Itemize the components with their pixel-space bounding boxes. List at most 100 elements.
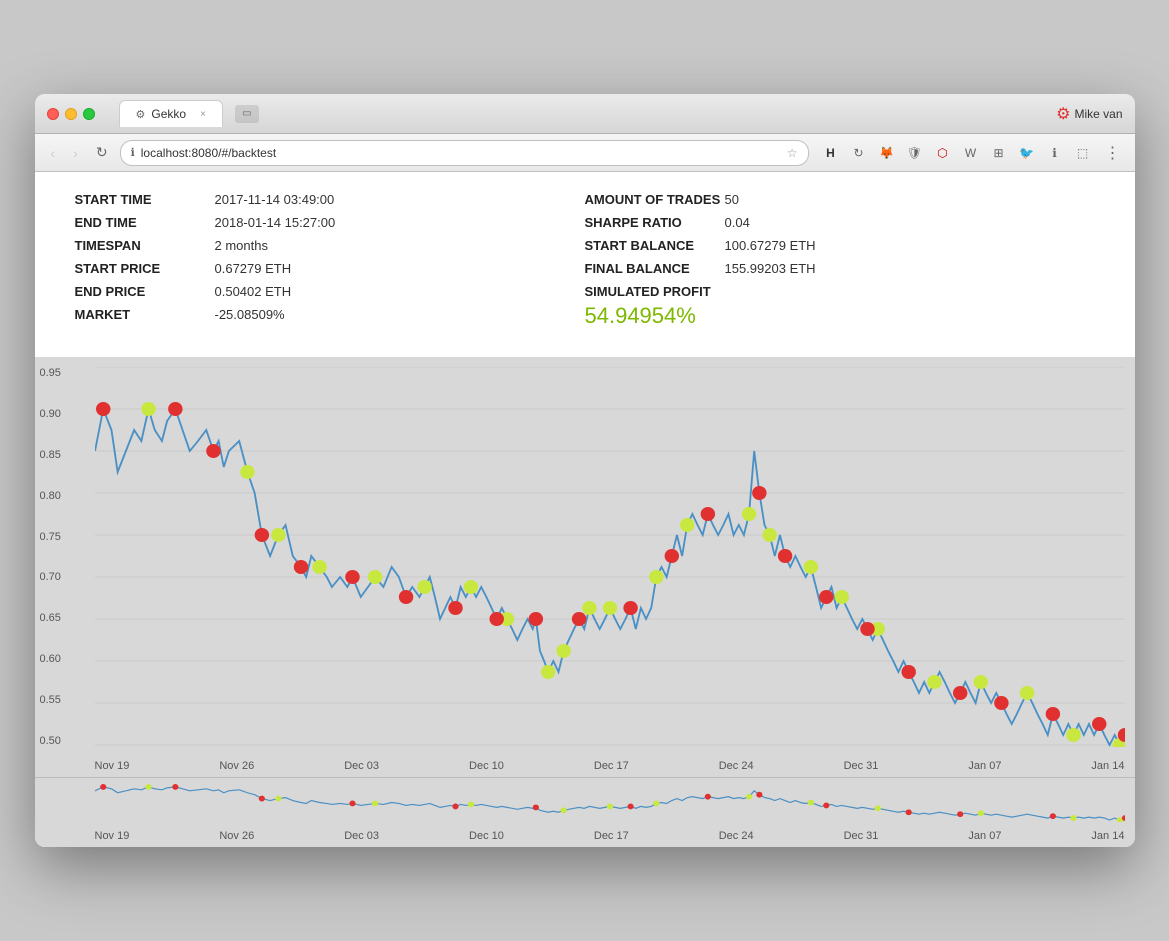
- mini-x-label-6: Dec 31: [844, 830, 879, 842]
- main-chart-svg: [95, 367, 1125, 747]
- browser-menu-button[interactable]: ⋮: [1101, 143, 1125, 163]
- end-time-row: END TIME 2018-01-14 15:27:00: [75, 215, 585, 230]
- mini-x-label-0: Nov 19: [95, 830, 130, 842]
- title-bar: ⚙ Gekko × ▭ ⚙ Mike van: [35, 94, 1135, 134]
- start-balance-label: START BALANCE: [585, 238, 725, 253]
- gekko-icon: ⚙: [1056, 104, 1070, 124]
- sharpe-row: SHARPE RATIO 0.04: [585, 215, 1095, 230]
- ext-red-button[interactable]: ⬡: [931, 141, 955, 165]
- mini-x-label-3: Dec 10: [469, 830, 504, 842]
- mini-x-label-1: Nov 26: [219, 830, 254, 842]
- x-label-2: Dec 03: [344, 760, 379, 772]
- simulated-profit-label: SIMULATED PROFIT: [585, 284, 725, 299]
- ext-refresh-button[interactable]: ↻: [847, 141, 871, 165]
- sharpe-label: SHARPE RATIO: [585, 215, 725, 230]
- market-label: MARKET: [75, 307, 215, 322]
- new-tab-button[interactable]: ▭: [235, 105, 259, 123]
- end-price-label: END PRICE: [75, 284, 215, 299]
- stats-panel: START TIME 2017-11-14 03:49:00 END TIME …: [35, 172, 1135, 357]
- ext-pocket-button[interactable]: 🦊: [875, 141, 899, 165]
- forward-button[interactable]: ›: [67, 141, 84, 165]
- bookmark-icon[interactable]: ☆: [787, 146, 798, 160]
- final-balance-value: 155.99203 ETH: [725, 261, 816, 276]
- ext-w-button[interactable]: W: [959, 141, 983, 165]
- y-label-3: 0.80: [40, 490, 61, 502]
- start-time-label: START TIME: [75, 192, 215, 207]
- content-area: START TIME 2017-11-14 03:49:00 END TIME …: [35, 172, 1135, 847]
- y-label-4: 0.75: [40, 531, 61, 543]
- ext-twitter-button[interactable]: 🐦: [1015, 141, 1039, 165]
- close-button[interactable]: [47, 108, 59, 120]
- lock-icon: ℹ: [131, 146, 135, 159]
- ext-info-button[interactable]: ℹ: [1043, 141, 1067, 165]
- x-label-8: Jan 14: [1091, 760, 1124, 772]
- user-name: Mike van: [1074, 107, 1122, 121]
- browser-window: ⚙ Gekko × ▭ ⚙ Mike van ‹ › ↻ ℹ localhost…: [35, 94, 1135, 847]
- y-axis: 0.95 0.90 0.85 0.80 0.75 0.70 0.65 0.60 …: [40, 367, 61, 747]
- trades-row: AMOUNT OF TRADES 50: [585, 192, 1095, 207]
- back-button[interactable]: ‹: [45, 141, 62, 165]
- address-bar[interactable]: ℹ localhost:8080/#/backtest ☆: [120, 140, 809, 166]
- x-label-7: Jan 07: [968, 760, 1001, 772]
- x-label-4: Dec 17: [594, 760, 629, 772]
- end-time-value: 2018-01-14 15:27:00: [215, 215, 336, 230]
- user-label: ⚙ Mike van: [1056, 104, 1122, 124]
- final-balance-row: FINAL BALANCE 155.99203 ETH: [585, 261, 1095, 276]
- y-label-6: 0.65: [40, 612, 61, 624]
- x-axis-main: Nov 19 Nov 26 Dec 03 Dec 10 Dec 17 Dec 2…: [95, 760, 1125, 772]
- timespan-row: TIMESPAN 2 months: [75, 238, 585, 253]
- start-price-value: 0.67279 ETH: [215, 261, 292, 276]
- x-label-0: Nov 19: [95, 760, 130, 772]
- start-time-value: 2017-11-14 03:49:00: [215, 192, 335, 207]
- main-chart: 0.95 0.90 0.85 0.80 0.75 0.70 0.65 0.60 …: [35, 357, 1135, 777]
- x-label-1: Nov 26: [219, 760, 254, 772]
- y-label-8: 0.55: [40, 694, 61, 706]
- tab-icon: ⚙: [136, 108, 146, 121]
- start-balance-value: 100.67279 ETH: [725, 238, 816, 253]
- x-label-6: Dec 31: [844, 760, 879, 772]
- end-price-value: 0.50402 ETH: [215, 284, 292, 299]
- market-row: MARKET -25.08509%: [75, 307, 585, 322]
- ext-shield-button[interactable]: 🛡: [903, 141, 927, 165]
- ext-box-button[interactable]: ⬚: [1071, 141, 1095, 165]
- mini-x-label-4: Dec 17: [594, 830, 629, 842]
- final-balance-label: FINAL BALANCE: [585, 261, 725, 276]
- stats-left: START TIME 2017-11-14 03:49:00 END TIME …: [75, 192, 585, 337]
- mini-x-label-2: Dec 03: [344, 830, 379, 842]
- profit-value: 54.94954%: [585, 303, 1095, 329]
- end-price-row: END PRICE 0.50402 ETH: [75, 284, 585, 299]
- url-text: localhost:8080/#/backtest: [141, 146, 781, 160]
- y-label-2: 0.85: [40, 449, 61, 461]
- x-label-3: Dec 10: [469, 760, 504, 772]
- y-label-1: 0.90: [40, 408, 61, 420]
- y-label-7: 0.60: [40, 653, 61, 665]
- trades-label: AMOUNT OF TRADES: [585, 192, 725, 207]
- sharpe-value: 0.04: [725, 215, 750, 230]
- ext-grid-button[interactable]: ⊞: [987, 141, 1011, 165]
- x-label-5: Dec 24: [719, 760, 754, 772]
- start-price-label: START PRICE: [75, 261, 215, 276]
- refresh-button[interactable]: ↻: [90, 140, 114, 165]
- trades-value: 50: [725, 192, 739, 207]
- mini-x-label-5: Dec 24: [719, 830, 754, 842]
- active-tab[interactable]: ⚙ Gekko ×: [119, 100, 223, 127]
- minimize-button[interactable]: [65, 108, 77, 120]
- mini-x-label-8: Jan 14: [1091, 830, 1124, 842]
- mini-chart-svg: [95, 783, 1125, 822]
- y-label-9: 0.50: [40, 735, 61, 747]
- chart-container: 0.95 0.90 0.85 0.80 0.75 0.70 0.65 0.60 …: [35, 357, 1135, 847]
- start-price-row: START PRICE 0.67279 ETH: [75, 261, 585, 276]
- timespan-value: 2 months: [215, 238, 268, 253]
- maximize-button[interactable]: [83, 108, 95, 120]
- tab-close-icon[interactable]: ×: [200, 109, 206, 120]
- ext-h-button[interactable]: H: [819, 141, 843, 165]
- toolbar: ‹ › ↻ ℹ localhost:8080/#/backtest ☆ H ↻ …: [35, 134, 1135, 172]
- traffic-lights: [47, 108, 95, 120]
- tab-title: Gekko: [151, 107, 186, 121]
- start-time-row: START TIME 2017-11-14 03:49:00: [75, 192, 585, 207]
- stats-right: AMOUNT OF TRADES 50 SHARPE RATIO 0.04 ST…: [585, 192, 1095, 337]
- mini-chart: Nov 19 Nov 26 Dec 03 Dec 10 Dec 17 Dec 2…: [35, 777, 1135, 847]
- market-value: -25.08509%: [215, 307, 285, 322]
- y-label-5: 0.70: [40, 571, 61, 583]
- end-time-label: END TIME: [75, 215, 215, 230]
